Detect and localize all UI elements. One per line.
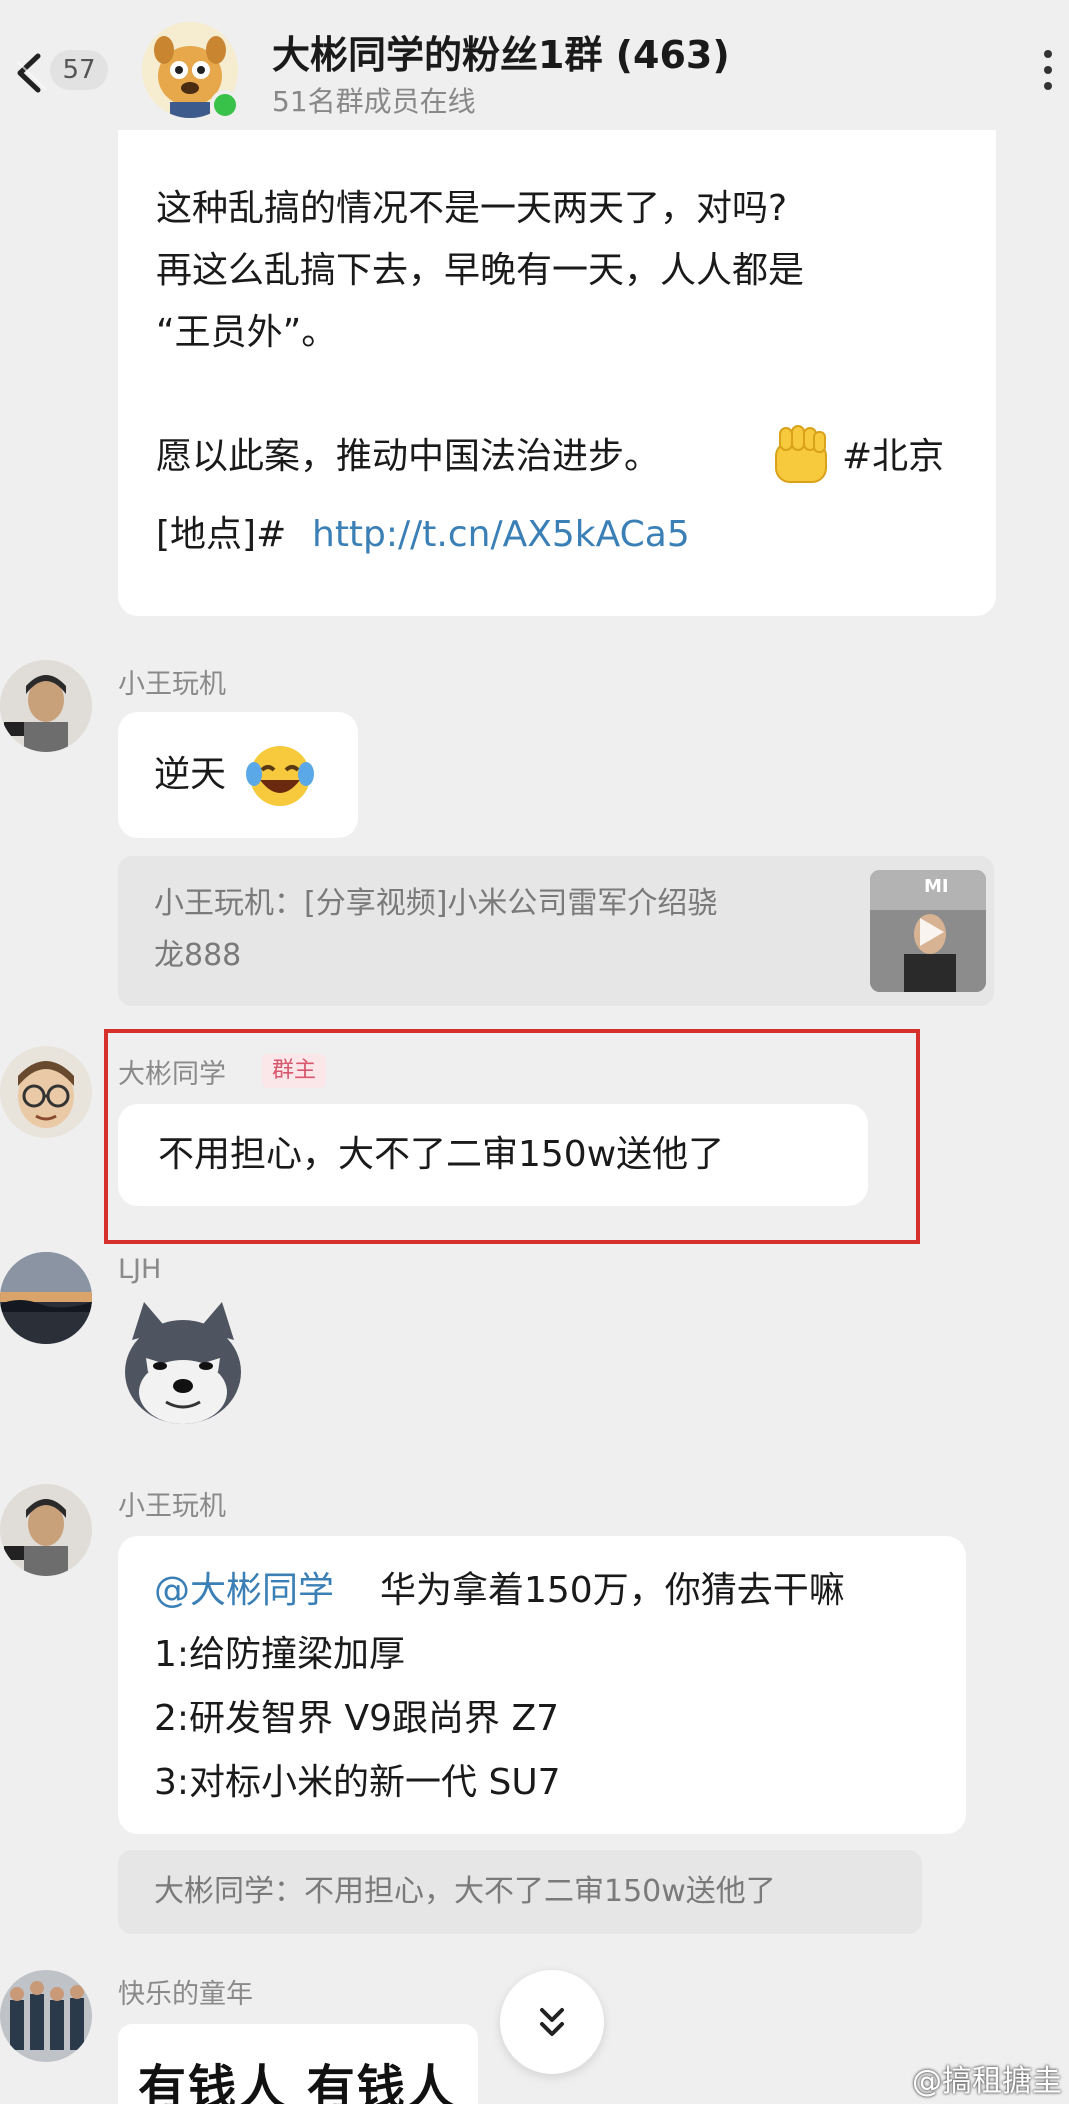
location-tag-suffix: [地点]#: [156, 514, 287, 555]
sender-name: 小王玩机: [118, 1491, 226, 1522]
message-link[interactable]: http://t.cn/AX5kACa5: [312, 506, 690, 564]
unread-count-badge: 57: [50, 50, 108, 90]
highlight-frame: [104, 1029, 920, 1244]
quoted-share[interactable]: 小王玩机：[分享视频]小米公司雷军介绍骁 龙888 MI: [118, 856, 994, 1006]
video-thumbnail[interactable]: MI: [870, 870, 986, 992]
quoted-reply[interactable]: 大彬同学：不用担心，大不了二审150w送他了: [118, 1850, 922, 1934]
message-line: 这种乱搞的情况不是一天两天了，对吗?: [156, 188, 788, 229]
message-line: 愿以此案，推动中国法治进步。: [156, 436, 661, 477]
message-bubble[interactable]: 这种乱搞的情况不是一天两天了，对吗? 再这么乱搞下去，早晚有一天，人人都是 “王…: [118, 130, 996, 616]
message-bubble[interactable]: @大彬同学 华为拿着150万，你猜去干嘛 1:给防撞梁加厚 2:研发智界 V9跟…: [118, 1536, 966, 1834]
raised-fist-icon: [766, 422, 836, 492]
group-title[interactable]: 大彬同学的粉丝1群 (463): [272, 24, 730, 79]
message-line: 华为拿着150万，你猜去干嘛: [380, 1570, 845, 1611]
quote-text: 大彬同学：不用担心，大不了二审150w送他了: [154, 1874, 776, 1909]
avatar[interactable]: [0, 660, 92, 752]
scroll-to-bottom-button[interactable]: [500, 1970, 604, 2074]
online-indicator: [210, 90, 240, 120]
quote-text: 小王玩机：[分享视频]小米公司雷军介绍骁: [154, 886, 718, 921]
avatar[interactable]: [0, 1970, 92, 2062]
message-line: 2:研发智界 V9跟尚界 Z7: [154, 1698, 560, 1739]
message-line: “王员外”。: [156, 312, 338, 353]
watermark: @搞租搪圭: [912, 2064, 1062, 2099]
video-brand-label: MI: [924, 876, 949, 897]
message-bubble[interactable]: 逆天: [118, 712, 358, 838]
image-message[interactable]: 有钱人 有钱人: [118, 2024, 478, 2104]
avatar[interactable]: [0, 1252, 92, 1344]
husky-sticker-icon[interactable]: [118, 1300, 248, 1430]
mention-link[interactable]: @大彬同学: [154, 1562, 334, 1620]
chat-header: 57 大彬同学的粉丝1群 (463) 51名群成员在线: [0, 0, 1069, 140]
laughing-crying-emoji-icon: [244, 740, 316, 812]
message-line: 1:给防撞梁加厚: [154, 1634, 406, 1675]
sender-name: LJH: [118, 1254, 162, 1285]
avatar[interactable]: [0, 1046, 92, 1138]
online-members-count: 51名群成员在线: [272, 85, 476, 118]
message-line: 3:对标小米的新一代 SU7: [154, 1762, 561, 1803]
double-chevron-down-icon: [540, 2008, 564, 2036]
quote-text: 龙888: [154, 938, 242, 973]
back-arrow-icon[interactable]: [10, 48, 50, 98]
image-caption: 有钱人 有钱人: [138, 2060, 457, 2104]
sender-name: 小王玩机: [118, 669, 226, 700]
message-text: 逆天: [154, 754, 227, 795]
message-line: 再这么乱搞下去，早晚有一天，人人都是: [156, 250, 805, 291]
location-tag[interactable]: #北京: [842, 428, 944, 486]
avatar[interactable]: [0, 1484, 92, 1576]
more-options-icon[interactable]: [1040, 50, 1056, 94]
sender-name: 快乐的童年: [118, 1979, 253, 2010]
